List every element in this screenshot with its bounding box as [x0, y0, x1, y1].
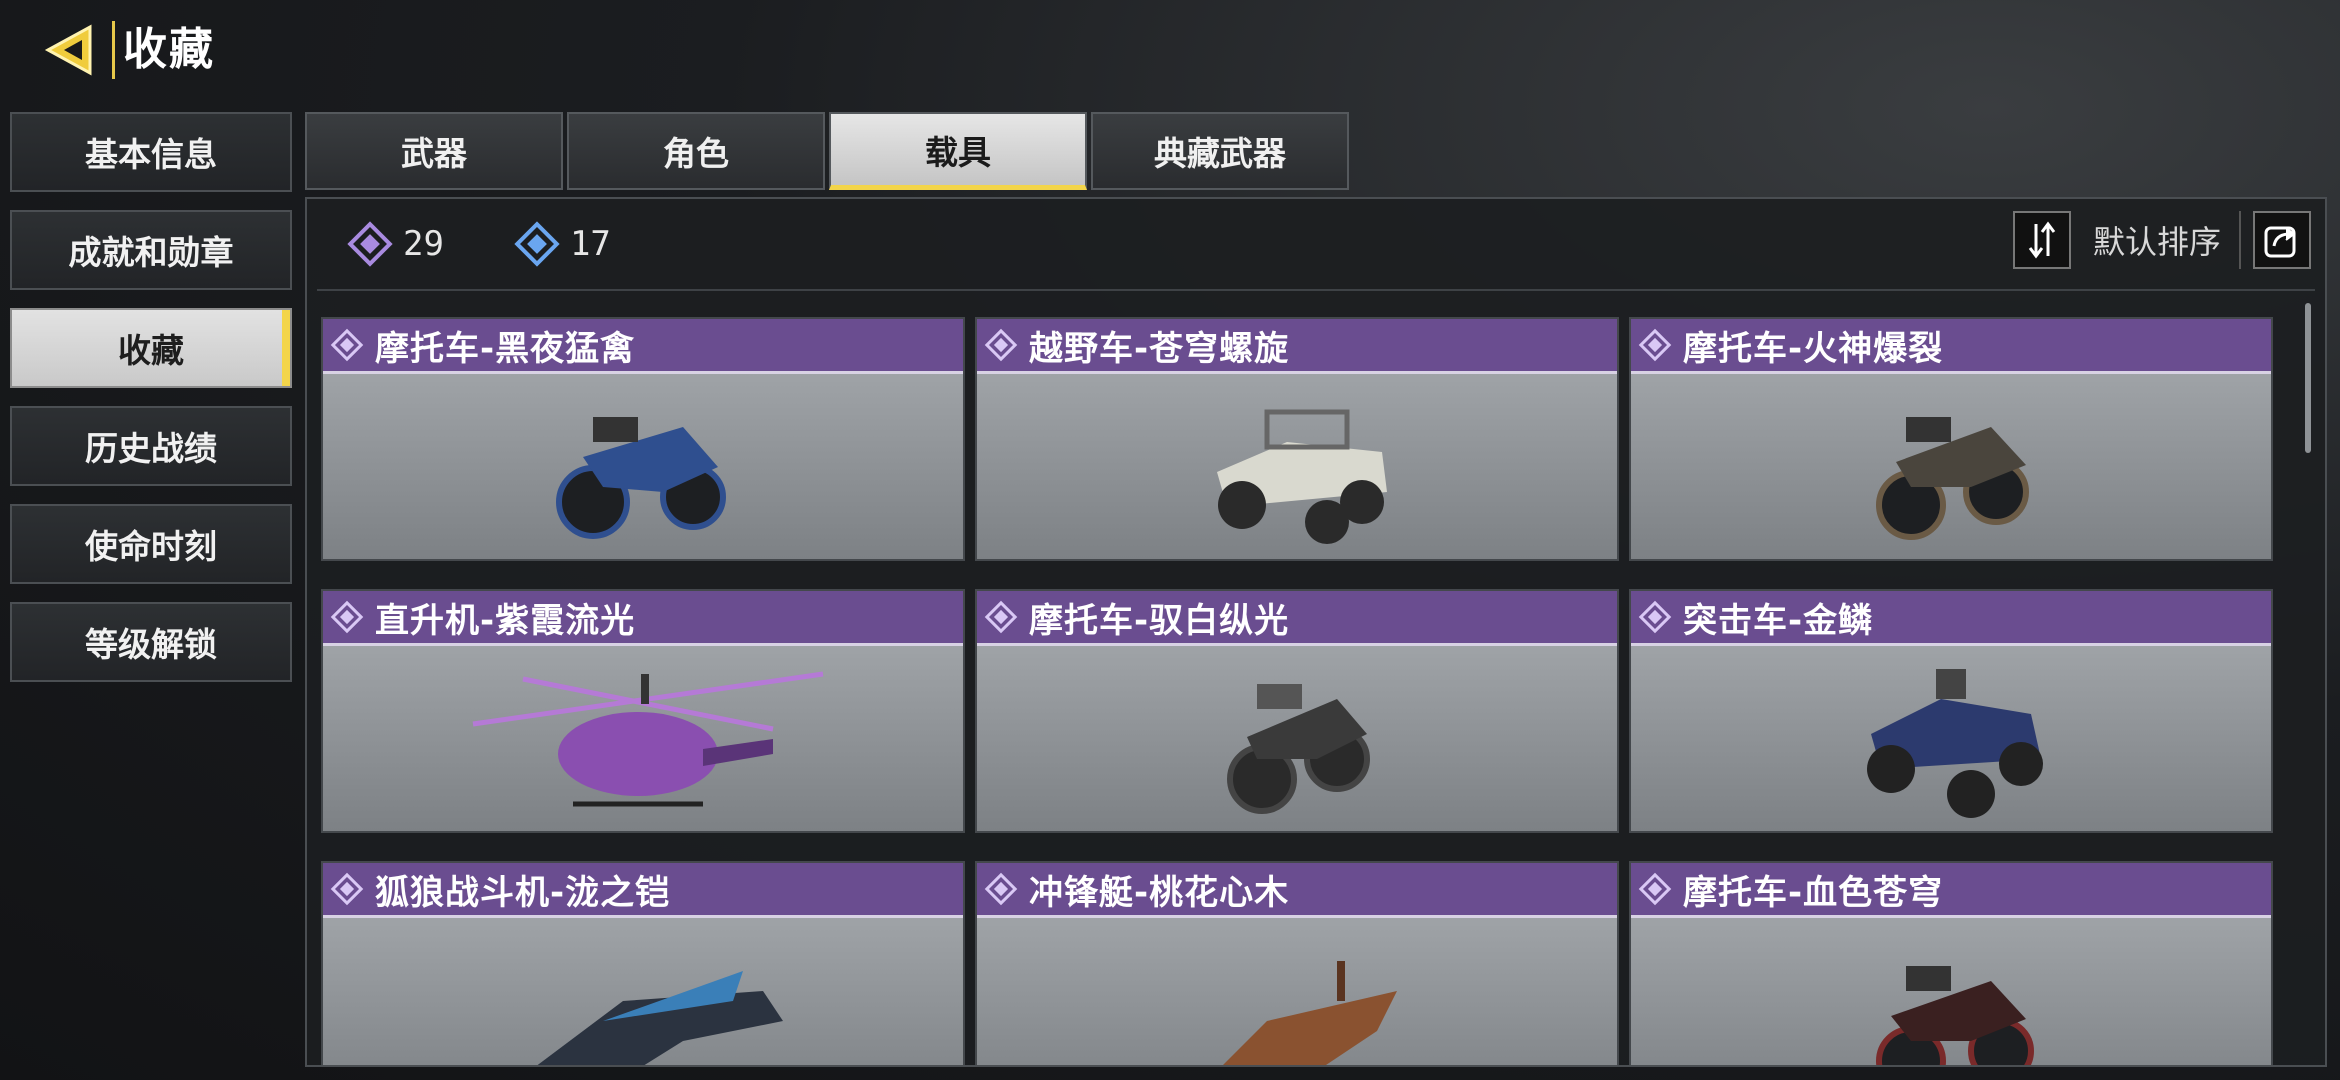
motorcycle-image — [977, 646, 1617, 831]
vehicle-card[interactable]: 狐狼战斗机-泷之铠 — [321, 861, 965, 1065]
vehicle-card[interactable]: 越野车-苍穹螺旋 — [975, 317, 1619, 561]
collection-panel: 29 17 默认排序 摩托车-黑夜猛禽 越野车-苍穹螺旋 摩托车-火神爆裂 直升… — [305, 197, 2327, 1067]
motorcycle-image — [1631, 374, 2271, 559]
buggy-image — [977, 374, 1617, 559]
sort-toggle-button[interactable] — [2012, 211, 2071, 269]
card-header: 越野车-苍穹螺旋 — [977, 319, 1617, 374]
rarity-diamond-icon — [984, 328, 1018, 362]
sort-label[interactable]: 默认排序 — [2093, 217, 2221, 263]
rarity-diamond-icon — [330, 872, 364, 906]
vehicle-name: 摩托车-血色苍穹 — [1683, 872, 1944, 913]
sidebar: 基本信息 成就和勋章 收藏 历史战绩 使命时刻 等级解锁 — [10, 112, 292, 700]
header-divider — [317, 289, 2315, 291]
sidebar-item-collection[interactable]: 收藏 — [10, 308, 292, 388]
purple-diamond-icon — [347, 221, 393, 267]
tab-legendary-weapons[interactable]: 典藏武器 — [1091, 112, 1349, 190]
vehicle-card[interactable]: 摩托车-血色苍穹 — [1629, 861, 2273, 1065]
jet-image — [323, 918, 963, 1065]
vehicle-name: 摩托车-黑夜猛禽 — [375, 328, 636, 369]
back-button[interactable] — [40, 19, 102, 81]
divider — [2239, 211, 2241, 269]
card-header: 摩托车-火神爆裂 — [1631, 319, 2271, 374]
vehicle-name: 突击车-金鳞 — [1683, 600, 1874, 641]
boat-image — [977, 918, 1617, 1065]
sidebar-item-level-unlock[interactable]: 等级解锁 — [10, 602, 292, 682]
grid-scrollbar[interactable] — [2305, 303, 2311, 453]
rarity-diamond-icon — [330, 328, 364, 362]
tab-weapons[interactable]: 武器 — [305, 112, 563, 190]
tab-characters[interactable]: 角色 — [567, 112, 825, 190]
rarity-diamond-icon — [1638, 872, 1672, 906]
card-header: 冲锋艇-桃花心木 — [977, 863, 1617, 918]
card-header: 直升机-紫霞流光 — [323, 591, 963, 646]
sidebar-item-history[interactable]: 历史战绩 — [10, 406, 292, 486]
vehicle-name: 冲锋艇-桃花心木 — [1029, 872, 1290, 913]
rarity-diamond-icon — [1638, 328, 1672, 362]
vehicle-card[interactable]: 摩托车-火神爆裂 — [1629, 317, 2273, 561]
rarity-diamond-icon — [984, 600, 1018, 634]
rarity-diamond-icon — [984, 872, 1018, 906]
tab-vehicles[interactable]: 载具 — [829, 112, 1087, 190]
blue-count-value: 17 — [569, 224, 611, 264]
sort-arrows-icon — [2028, 221, 2056, 259]
vehicle-card[interactable]: 冲锋艇-桃花心木 — [975, 861, 1619, 1065]
blue-count: 17 — [514, 221, 611, 267]
rarity-counts: 29 17 — [347, 221, 681, 267]
card-header: 摩托车-黑夜猛禽 — [323, 319, 963, 374]
sidebar-item-achievements[interactable]: 成就和勋章 — [10, 210, 292, 290]
share-icon — [2264, 226, 2296, 258]
vehicle-name: 狐狼战斗机-泷之铠 — [375, 872, 671, 913]
assault-buggy-image — [1631, 646, 2271, 831]
card-header: 突击车-金鳞 — [1631, 591, 2271, 646]
sidebar-item-basic-info[interactable]: 基本信息 — [10, 112, 292, 192]
vehicle-name: 直升机-紫霞流光 — [375, 600, 636, 641]
vehicle-card[interactable]: 直升机-紫霞流光 — [321, 589, 965, 833]
page-title: 收藏 — [112, 21, 215, 79]
card-header: 狐狼战斗机-泷之铠 — [323, 863, 963, 918]
sort-controls: 默认排序 — [2012, 211, 2311, 269]
vehicle-card[interactable]: 摩托车-黑夜猛禽 — [321, 317, 965, 561]
vehicle-card[interactable]: 突击车-金鳞 — [1629, 589, 2273, 833]
helicopter-image — [323, 646, 963, 831]
vehicle-name: 摩托车-驭白纵光 — [1029, 600, 1290, 641]
purple-count: 29 — [347, 221, 444, 267]
share-button[interactable] — [2253, 211, 2311, 269]
vehicle-name: 摩托车-火神爆裂 — [1683, 328, 1944, 369]
category-tabs: 武器 角色 载具 典藏武器 — [305, 112, 1353, 190]
motorcycle-image — [1631, 918, 2271, 1065]
card-header: 摩托车-驭白纵光 — [977, 591, 1617, 646]
card-header: 摩托车-血色苍穹 — [1631, 863, 2271, 918]
rarity-diamond-icon — [330, 600, 364, 634]
motorcycle-image — [323, 374, 963, 559]
blue-diamond-icon — [514, 221, 560, 267]
rarity-diamond-icon — [1638, 600, 1672, 634]
vehicle-name: 越野车-苍穹螺旋 — [1029, 328, 1290, 369]
vehicle-card[interactable]: 摩托车-驭白纵光 — [975, 589, 1619, 833]
sidebar-item-moments[interactable]: 使命时刻 — [10, 504, 292, 584]
top-bar: 收藏 — [40, 18, 215, 82]
back-arrow-icon — [44, 24, 92, 76]
purple-count-value: 29 — [403, 224, 444, 264]
